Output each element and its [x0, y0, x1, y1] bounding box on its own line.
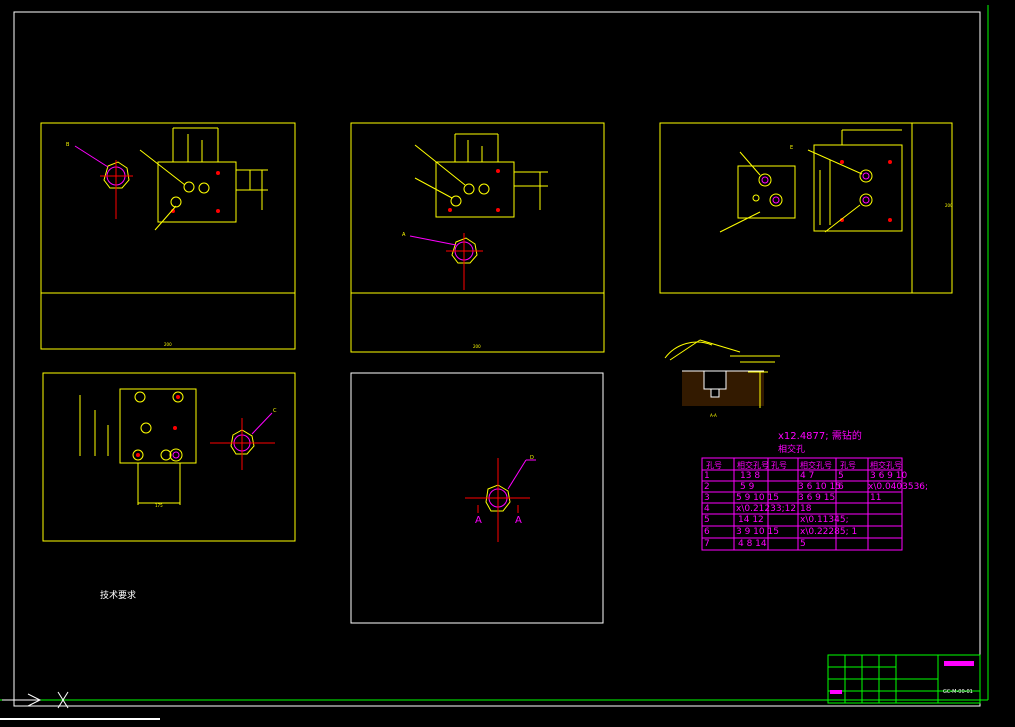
- hole-table-title: x12.4877; 需钻的: [778, 431, 862, 442]
- hole-table-header: 相交孔号: [737, 461, 769, 470]
- tech-requirements-title: 技术要求: [100, 591, 137, 601]
- hole-table-cell: x\0.22285; 1: [800, 527, 858, 537]
- hole-table-cell: 6: [704, 527, 710, 537]
- hole-table-header: 孔号: [771, 461, 787, 470]
- hole-table-header: 相交孔号: [870, 461, 902, 470]
- hole-table-cell: x\0.11345;: [800, 515, 849, 525]
- view-1-width-dim: 200: [164, 342, 172, 347]
- hole-table-header: 孔号: [706, 461, 722, 470]
- view-1-tag: B: [66, 142, 70, 148]
- view-3-side-dim: 200: [945, 203, 953, 208]
- hole-table-cell: x\0.0403536;: [868, 482, 929, 492]
- hole-table-cell: 11: [870, 493, 882, 503]
- command-line-strip: [0, 718, 160, 720]
- title-block-name-bar: [944, 661, 974, 666]
- view-5-geometry: [465, 458, 536, 542]
- hole-table-cell: 5 9 10 15: [736, 493, 779, 503]
- hole-table-subtitle: 相交孔: [778, 445, 806, 455]
- view-1-frame: [40, 122, 296, 350]
- view-4-geometry: [132, 391, 275, 470]
- view-4-width-dim: 175: [155, 503, 163, 508]
- section-aa-detail: [664, 339, 780, 408]
- view-1-geometry: [74, 145, 220, 231]
- hole-table-cell: 3: [704, 493, 710, 503]
- view-3-tag: E: [790, 145, 794, 151]
- title-block-mark: [830, 690, 842, 694]
- drawing-border: [0, 5, 989, 707]
- view-2-tag: A: [402, 232, 406, 238]
- hole-table-cell: 5: [800, 539, 806, 549]
- hole-table-cell: 2: [704, 482, 710, 492]
- hole-table-cell: 1: [704, 471, 710, 481]
- hole-table-cell: 13 8: [740, 471, 761, 481]
- view-4-frame: [42, 372, 296, 542]
- view-5-tag: D: [530, 455, 534, 461]
- cad-drawing-canvas[interactable]: [0, 0, 1015, 727]
- hole-table-cell: 7: [704, 539, 710, 549]
- hole-table-cell: 18: [800, 504, 812, 514]
- hole-table-cell: 4 7: [800, 471, 815, 481]
- hole-table-cell: 3 6 10 15: [798, 482, 841, 492]
- hole-table-cell: 5: [704, 515, 710, 525]
- hole-table-cell: 4: [704, 504, 710, 514]
- view-2-width-dim: 200: [473, 344, 481, 349]
- title-block-code: GC-M-00-01: [943, 689, 973, 695]
- hole-table-cell: 3 6 9 10: [870, 471, 908, 481]
- section-a-right: A: [515, 515, 522, 526]
- view-3-frame: [659, 122, 953, 294]
- hole-table-cell: 5: [838, 471, 844, 481]
- hole-table-cell: 3 9 10 15: [736, 527, 779, 537]
- hole-table-cell: x\0.21233;12: [736, 504, 797, 514]
- section-a-left: A: [475, 515, 482, 526]
- hole-table-cell: 5 9: [740, 482, 755, 492]
- view-2-frame: [350, 122, 605, 353]
- hole-table-header: 相交孔号: [800, 461, 832, 470]
- view-3-geometry: [719, 149, 892, 233]
- hole-table-cell: 6: [838, 482, 844, 492]
- hole-table-header: 孔号: [840, 461, 856, 470]
- section-aa-note: A-A: [710, 413, 717, 418]
- hole-table-cell: 3 6 9 15: [798, 493, 836, 503]
- hole-table-cell: 14 12: [738, 515, 764, 525]
- hole-table-cell: 4 8 14: [738, 539, 767, 549]
- view-4-tag: C: [273, 408, 277, 414]
